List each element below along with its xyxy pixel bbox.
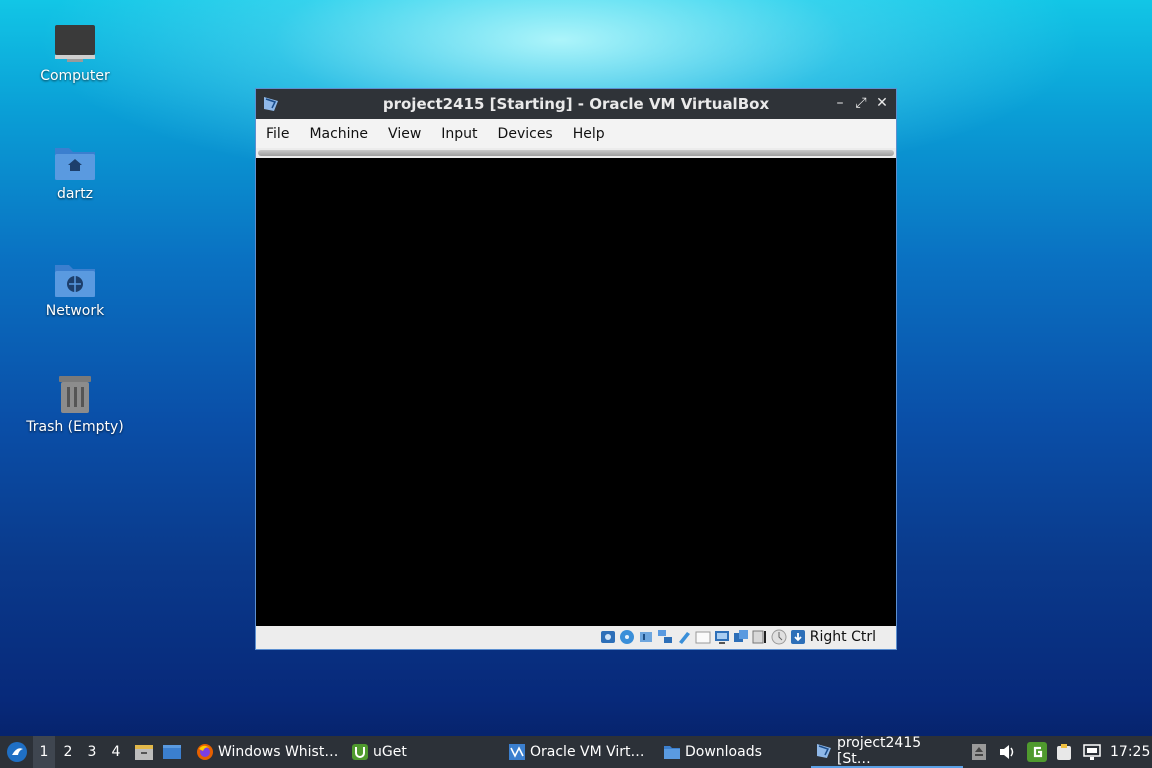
uget-tray-icon (1027, 742, 1047, 762)
app-menu-button[interactable] (4, 736, 30, 768)
menu-help[interactable]: Help (563, 119, 615, 142)
folder-icon (664, 746, 680, 759)
task-project2415[interactable]: project2415 [St… (811, 735, 963, 768)
window-title: project2415 [Starting] - Oracle VM Virtu… (382, 95, 770, 113)
network-tray-button[interactable] (1083, 736, 1101, 768)
task-label: project2415 [St… (836, 735, 922, 767)
host-key-label: Right Ctrl (809, 629, 876, 645)
task-uget[interactable]: uGet (347, 736, 475, 768)
desktop-icon-network[interactable]: Network (20, 257, 130, 319)
usb-icon[interactable] (676, 629, 692, 645)
video-capture-icon[interactable] (733, 629, 749, 645)
show-desktop-button[interactable] (161, 736, 183, 768)
virtualbox-vm-window[interactable]: project2415 [Starting] - Oracle VM Virtu… (255, 88, 897, 650)
network-icon[interactable] (657, 629, 673, 645)
network-folder-icon (53, 257, 97, 301)
taskbar: 1 2 3 4 Windows Whist… uGet Oracle VM Vi… (0, 735, 1152, 768)
volume-button[interactable] (998, 736, 1016, 768)
mouse-integration-icon[interactable] (771, 629, 787, 645)
vm-display[interactable] (256, 158, 896, 626)
clock[interactable]: 17:25 (1110, 736, 1150, 768)
vm-statusbar: Right Ctrl (256, 626, 896, 649)
volume-icon (1000, 745, 1014, 759)
desktop-icon-computer[interactable]: Computer (20, 22, 130, 84)
clipboard-button[interactable] (1055, 736, 1073, 768)
firefox-icon (197, 744, 213, 760)
task-label: Windows Whist… (218, 744, 339, 760)
desktop-icon-home[interactable]: dartz (20, 140, 130, 202)
uget-tray-button[interactable] (1026, 736, 1048, 768)
workspace-3[interactable]: 3 (81, 736, 103, 768)
desktop-icon-label: Network (45, 303, 105, 319)
window-titlebar[interactable]: project2415 [Starting] - Oracle VM Virtu… (256, 89, 896, 119)
workspace-2[interactable]: 2 (57, 736, 79, 768)
desktop-icon-label: Computer (40, 68, 110, 84)
menu-bar: File Machine View Input Devices Help (256, 119, 896, 148)
menu-machine[interactable]: Machine (299, 119, 378, 142)
minimize-icon[interactable]: – (832, 94, 848, 112)
task-downloads[interactable]: Downloads (659, 736, 797, 768)
file-manager-launcher[interactable] (133, 736, 155, 768)
file-manager-icon (135, 745, 153, 760)
eject-icon (972, 744, 986, 760)
computer-icon (53, 22, 97, 66)
vt-x-icon[interactable] (752, 629, 768, 645)
menu-file[interactable]: File (256, 119, 299, 142)
task-label: Downloads (685, 744, 762, 760)
clipboard-icon (1057, 744, 1071, 760)
optical-disk-icon[interactable] (619, 629, 635, 645)
close-icon[interactable]: ✕ (874, 94, 890, 112)
virtualbox-icon (509, 744, 525, 760)
task-firefox[interactable]: Windows Whist… (192, 736, 350, 768)
audio-icon[interactable] (638, 629, 654, 645)
display-icon[interactable] (714, 629, 730, 645)
menu-input[interactable]: Input (431, 119, 487, 142)
shared-folders-icon[interactable] (695, 629, 711, 645)
lubuntu-logo-icon (7, 742, 27, 762)
menu-view[interactable]: View (378, 119, 431, 142)
trash-icon (53, 373, 97, 417)
desktop-icon-trash[interactable]: Trash (Empty) (20, 373, 130, 435)
virtualbox-vm-icon (816, 744, 831, 758)
task-label: uGet (373, 744, 407, 760)
desktop-icon-label: Trash (Empty) (26, 419, 124, 435)
keyboard-icon[interactable] (790, 629, 806, 645)
task-label: Oracle VM Virt… (530, 744, 645, 760)
workspace-4[interactable]: 4 (105, 736, 127, 768)
home-folder-icon (53, 140, 97, 184)
progress-strip (256, 148, 896, 158)
desktop-icon (163, 745, 181, 759)
eject-button[interactable] (970, 736, 988, 768)
desktop-icon-label: dartz (56, 186, 94, 202)
hard-disk-icon[interactable] (600, 629, 616, 645)
workspace-1[interactable]: 1 (33, 736, 55, 768)
uget-icon (352, 744, 368, 760)
task-virtualbox-manager[interactable]: Oracle VM Virt… (504, 736, 662, 768)
maximize-icon[interactable]: ⤢ (853, 94, 869, 112)
wired-network-icon (1083, 744, 1101, 760)
menu-devices[interactable]: Devices (488, 119, 563, 142)
